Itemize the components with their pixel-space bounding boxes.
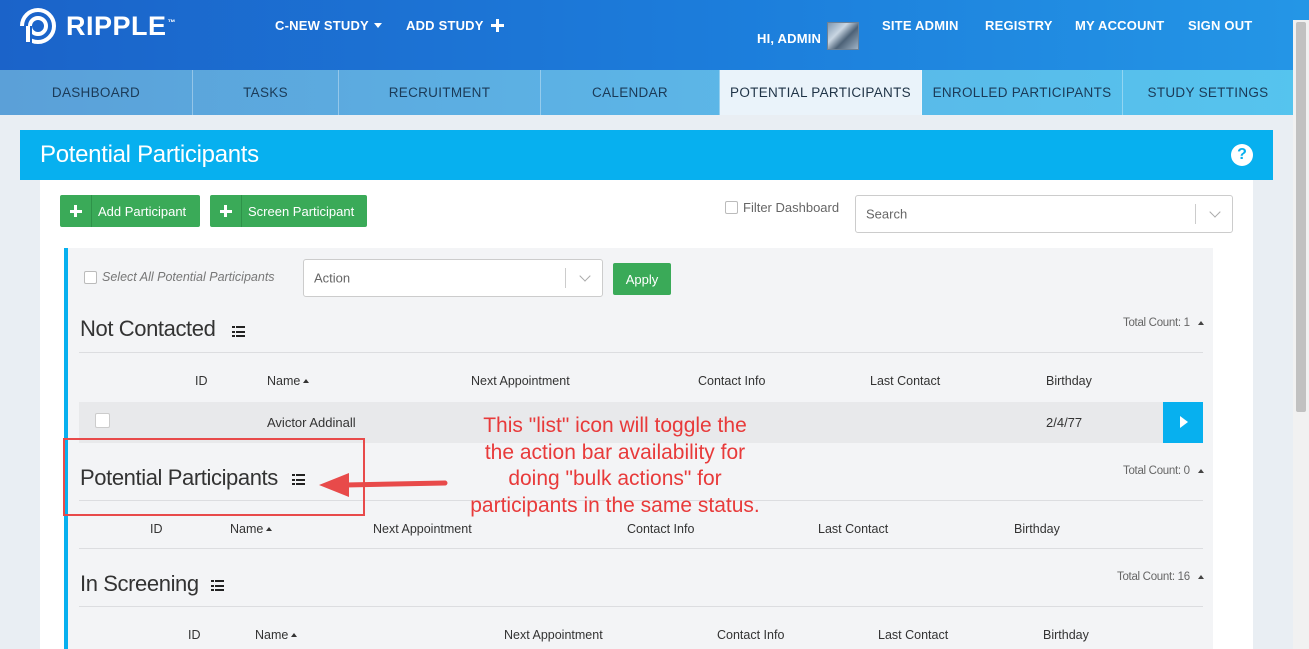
column-header-birthday[interactable]: Birthday [1014,522,1060,536]
sort-ascending-icon [266,527,273,531]
caret-up-icon [1197,321,1204,325]
checkbox[interactable] [84,270,97,284]
chevron-down-icon [1209,206,1221,218]
filter-dashboard-checkbox[interactable]: Filter Dashboard [725,200,839,215]
help-icon[interactable]: ? [1231,144,1253,166]
select-all-checkbox[interactable]: Select All Potential Participants [84,270,275,284]
column-header-contact-info[interactable]: Contact Info [627,522,694,536]
annotation-line: participants in the same status. [470,493,760,517]
search-select[interactable]: Search [855,195,1233,233]
select-all-label: Select All Potential Participants [102,270,275,284]
sort-ascending-icon [291,633,298,637]
column-header-next-appointment[interactable]: Next Appointment [373,522,472,536]
column-header-id[interactable]: ID [150,522,163,536]
sort-ascending-icon [303,379,310,383]
participant-name: Avictor Addinall [267,415,356,430]
page-title: Potential Participants [40,141,259,168]
tab-study-settings[interactable]: STUDY SETTINGS [1123,70,1293,115]
tab-tasks[interactable]: TASKS [193,70,339,115]
annotation-line: doing "bulk actions" for [508,467,722,490]
tab-enrolled-participants[interactable]: ENROLLED PARTICIPANTS [922,70,1123,115]
column-header-id[interactable]: ID [188,628,201,642]
add-participant-button[interactable]: Add Participant [60,195,200,227]
participant-birthday: 2/4/77 [1046,415,1083,430]
caret-up-icon [1197,575,1204,579]
annotation-line: This "list" icon will toggle the [483,414,747,437]
plus-icon [210,195,242,227]
column-header-last-contact[interactable]: Last Contact [870,374,940,388]
tab-potential-participants[interactable]: POTENTIAL PARTICIPANTS [720,70,922,115]
row-checkbox[interactable] [95,413,110,428]
section-title-not-contacted: Not Contacted [80,316,216,341]
add-study-link[interactable]: ADD STUDY [406,17,504,33]
apply-button[interactable]: Apply [613,263,671,295]
column-header-contact-info[interactable]: Contact Info [698,374,765,388]
annotation-arrow-icon [319,473,448,497]
user-greeting[interactable]: HI, ADMIN [757,16,860,52]
greeting-text: HI, ADMIN [757,30,822,46]
annotation-text: This "list" icon will toggle the the act… [440,413,790,519]
column-header-name[interactable]: Name [267,374,310,388]
tab-calendar[interactable]: CALENDAR [541,70,720,115]
column-header-next-appointment[interactable]: Next Appointment [471,374,570,388]
caret-up-icon [1197,469,1204,473]
column-header-birthday[interactable]: Birthday [1043,628,1089,642]
site-admin-link[interactable]: SITE ADMIN [882,17,959,33]
plus-icon [60,195,92,227]
total-count-toggle[interactable]: Total Count: 0 [1123,465,1204,477]
column-header-birthday[interactable]: Birthday [1046,374,1092,388]
avatar [827,22,860,50]
section-title-in-screening: In Screening [80,571,199,596]
add-study-label: ADD STUDY [406,17,484,33]
total-count-toggle[interactable]: Total Count: 16 [1117,571,1204,583]
top-header: RIPPLE™ C-NEW STUDY ADD STUDY HI, ADMIN … [0,0,1309,70]
total-count-toggle[interactable]: Total Count: 1 [1123,317,1204,329]
filter-dashboard-label: Filter Dashboard [743,200,840,215]
total-count: Total Count: 16 [1117,571,1190,583]
column-header-name[interactable]: Name [230,522,273,536]
column-header-last-contact[interactable]: Last Contact [818,522,888,536]
tab-dashboard[interactable]: DASHBOARD [0,70,193,115]
registry-link[interactable]: REGISTRY [985,17,1053,33]
column-header-contact-info[interactable]: Contact Info [717,628,784,642]
total-count: Total Count: 0 [1123,465,1190,477]
column-header-last-contact[interactable]: Last Contact [878,628,948,642]
list-icon[interactable] [211,580,224,591]
checkbox[interactable] [725,201,738,214]
caret-down-icon [373,22,382,28]
my-account-link[interactable]: MY ACCOUNT [1075,17,1164,33]
screen-participant-button[interactable]: Screen Participant [210,195,367,227]
annotation-line: the action bar availability for [484,440,746,464]
column-header-id[interactable]: ID [195,374,208,388]
tab-recruitment[interactable]: RECRUITMENT [339,70,541,115]
plus-icon [490,18,504,32]
action-select[interactable]: Action [303,259,603,297]
ripple-logo[interactable]: RIPPLE™ [18,6,176,46]
scrollbar-thumb[interactable] [1296,22,1306,412]
action-placeholder: Action [314,270,351,286]
search-placeholder: Search [866,206,908,222]
sign-out-link[interactable]: SIGN OUT [1188,17,1252,33]
study-select-label: C-NEW STUDY [275,17,369,33]
panel-header: Potential Participants ? [20,130,1273,180]
open-participant-button[interactable] [1163,402,1203,443]
column-header-name[interactable]: Name [255,628,298,642]
ripple-logo-icon [20,8,56,44]
list-icon[interactable] [232,326,245,337]
logo-text: RIPPLE™ [66,10,177,41]
main-nav-tabs: DASHBOARD TASKS RECRUITMENT CALENDAR POT… [0,70,1309,115]
study-select-dropdown[interactable]: C-NEW STUDY [275,17,382,33]
page-scrollbar[interactable] [1293,20,1309,649]
chevron-down-icon [579,270,591,282]
column-header-next-appointment[interactable]: Next Appointment [504,628,603,642]
total-count: Total Count: 1 [1123,317,1190,329]
